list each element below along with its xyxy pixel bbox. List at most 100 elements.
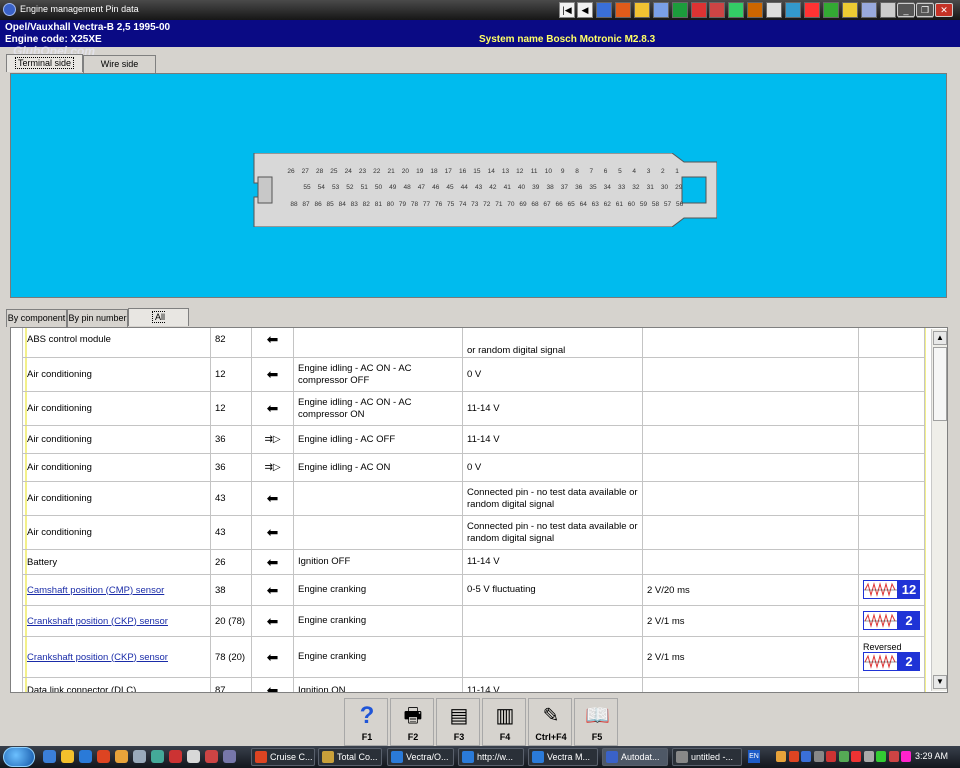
quicklaunch-icon[interactable] xyxy=(169,750,182,763)
table-row[interactable]: Air conditioning 12 ⬅ Engine idling - AC ON… xyxy=(22,357,925,392)
component-link[interactable]: Camshaft position (CMP) sensor xyxy=(27,585,164,596)
table-row[interactable]: Air conditioning 43 ⬅ Connected pin - no te… xyxy=(22,515,925,550)
pin-number-cell: 43 xyxy=(210,515,252,550)
function-key-f4[interactable]: ▥ F4 xyxy=(482,698,526,746)
component-link[interactable]: Crankshaft position (CKP) sensor xyxy=(27,616,168,627)
table-row[interactable]: Data link connector (DLC) 87 ⬅ Ignition ON 1… xyxy=(22,677,925,692)
toolbar-tool-icon[interactable] xyxy=(596,2,612,18)
tray-icon[interactable] xyxy=(838,751,849,762)
tray-icon[interactable] xyxy=(876,751,886,762)
taskbar-item[interactable]: Cruise C... xyxy=(251,748,315,766)
waveform-button[interactable]: 2 xyxy=(863,651,920,671)
function-key-label: Ctrl+F4 xyxy=(535,732,567,742)
tray-icon[interactable] xyxy=(801,751,811,762)
restore-button[interactable]: ❐ xyxy=(916,3,934,17)
tray-icon[interactable] xyxy=(788,751,799,762)
function-key-f1[interactable]: ? F1 xyxy=(344,698,388,746)
first-button[interactable]: |◀ xyxy=(559,2,575,18)
taskbar-item[interactable]: Vectra/O... xyxy=(387,748,454,766)
ecu-connector-diagram: 26 27 28 25 24 23 22 21 20 19 18 17 16 15 14 13 12 11 10 9 8… xyxy=(253,153,717,227)
taskbar-item[interactable]: Autodat... xyxy=(602,748,668,766)
quicklaunch-icon[interactable] xyxy=(187,750,200,763)
toolbar-tool-icon[interactable] xyxy=(671,2,688,18)
function-key-f5[interactable]: 📖 F5 xyxy=(574,698,618,746)
start-button[interactable] xyxy=(3,747,35,767)
tab-terminal-side[interactable]: Terminal side xyxy=(6,54,83,72)
tray-icon[interactable] xyxy=(776,751,786,762)
toolbar-tool-icon[interactable] xyxy=(803,2,820,18)
close-button[interactable]: ✕ xyxy=(935,3,953,17)
table-row[interactable]: Air conditioning 12 ⬅ Engine idling - AC ON… xyxy=(22,391,925,426)
table-row[interactable]: Air conditioning 36 ⇉▷ Engine idling - AC O… xyxy=(22,425,925,454)
toolbar-tool-icon[interactable] xyxy=(841,2,858,18)
table-row[interactable]: Crankshaft position (CKP) sensor 20 (78) ⬅… xyxy=(22,605,925,637)
minimize-button[interactable]: _ xyxy=(897,3,915,17)
language-indicator[interactable]: EN xyxy=(748,750,760,763)
table-row[interactable]: Crankshaft position (CKP) sensor 78 (20) ⬅… xyxy=(22,636,925,678)
toolbar-tool-icon[interactable] xyxy=(879,2,896,18)
function-key-ctrl-f4[interactable]: ✎ Ctrl+F4 xyxy=(528,698,572,746)
tray-icon[interactable] xyxy=(863,751,874,762)
component-cell[interactable]: Camshaft position (CMP) sensor xyxy=(22,574,211,606)
scroll-thumb[interactable] xyxy=(933,347,947,421)
scroll-up-button[interactable]: ▲ xyxy=(933,331,947,345)
waveform-cell[interactable]: 2 xyxy=(858,605,925,637)
taskbar-item[interactable]: Vectra M... xyxy=(528,748,598,766)
quicklaunch-icon[interactable] xyxy=(133,750,146,763)
table-row[interactable]: ABS control module 82 ⬅ or random digital s… xyxy=(22,328,925,358)
table-scrollbar[interactable]: ▲ ▼ xyxy=(931,329,947,691)
toolbar-tool-icon[interactable] xyxy=(747,2,764,18)
previous-button[interactable]: ◀ xyxy=(577,2,593,18)
table-row[interactable]: Air conditioning 43 ⬅ Connected pin - no te… xyxy=(22,481,925,516)
pin-label: 22 xyxy=(373,168,381,175)
table-row[interactable]: Battery 26 ⬅ Ignition OFF 11-14 V xyxy=(22,549,925,575)
messenger-icon[interactable] xyxy=(61,750,74,763)
pin-label: 88 xyxy=(290,201,298,208)
component-link[interactable]: Crankshaft position (CKP) sensor xyxy=(27,652,168,663)
pin-label: 46 xyxy=(432,184,440,191)
quicklaunch-icon[interactable] xyxy=(205,750,218,763)
component-cell[interactable]: Crankshaft position (CKP) sensor xyxy=(22,636,211,678)
waveform-button[interactable]: 2 xyxy=(863,610,920,630)
quicklaunch-icon[interactable] xyxy=(151,750,164,763)
table-row[interactable]: Air conditioning 36 ⇉▷ Engine idling - AC O… xyxy=(22,453,925,482)
winamp-icon[interactable] xyxy=(115,750,128,763)
tray-icon[interactable] xyxy=(888,751,899,762)
toolbar-tool-icon[interactable] xyxy=(766,2,783,18)
scroll-down-button[interactable]: ▼ xyxy=(933,675,947,689)
internet-explorer-icon[interactable] xyxy=(79,750,92,763)
waveform-graph-icon xyxy=(863,610,898,630)
toolbar-tool-icon[interactable] xyxy=(822,2,839,18)
tray-icon[interactable] xyxy=(851,751,861,762)
tab-wire-side[interactable]: Wire side xyxy=(83,55,156,73)
waveform-button[interactable]: 12 xyxy=(863,579,920,599)
tray-icon[interactable] xyxy=(901,751,911,762)
tab-by-pin-number[interactable]: By pin number xyxy=(67,309,128,327)
tray-icon[interactable] xyxy=(813,751,824,762)
toolbar-tool-icon[interactable] xyxy=(709,2,726,18)
table-row[interactable]: Camshaft position (CMP) sensor 38 ⬅ Engine … xyxy=(22,574,925,606)
opera-icon[interactable] xyxy=(97,750,110,763)
taskbar-item[interactable]: Total Co... xyxy=(318,748,382,766)
function-key-f3[interactable]: ▤ F3 xyxy=(436,698,480,746)
pin-label: 71 xyxy=(495,201,503,208)
toolbar-tool-icon[interactable] xyxy=(633,2,650,18)
toolbar-tool-icon[interactable] xyxy=(728,2,745,18)
tab-all-information[interactable]: All information xyxy=(128,308,189,339)
toolbar-tool-icon[interactable] xyxy=(614,2,631,18)
component-name: Air conditioning xyxy=(27,369,92,380)
tray-icon[interactable] xyxy=(826,751,836,762)
function-key-f2[interactable]: 🖶 F2 xyxy=(390,698,434,746)
toolbar-tool-icon[interactable] xyxy=(785,2,801,18)
waveform-cell[interactable]: Reversed 2 xyxy=(858,636,925,678)
waveform-cell[interactable]: 12 xyxy=(858,574,925,606)
taskbar-item[interactable]: untitled -... xyxy=(672,748,742,766)
component-cell[interactable]: Crankshaft position (CKP) sensor xyxy=(22,605,211,637)
quicklaunch-icon[interactable] xyxy=(223,750,236,763)
show-desktop-icon[interactable] xyxy=(43,750,56,763)
toolbar-tool-icon[interactable] xyxy=(690,2,707,18)
taskbar-item[interactable]: http://w... xyxy=(458,748,524,766)
toolbar-tool-icon[interactable] xyxy=(860,2,877,18)
toolbar-tool-icon[interactable] xyxy=(652,2,669,18)
tab-by-component[interactable]: By component xyxy=(6,309,67,327)
